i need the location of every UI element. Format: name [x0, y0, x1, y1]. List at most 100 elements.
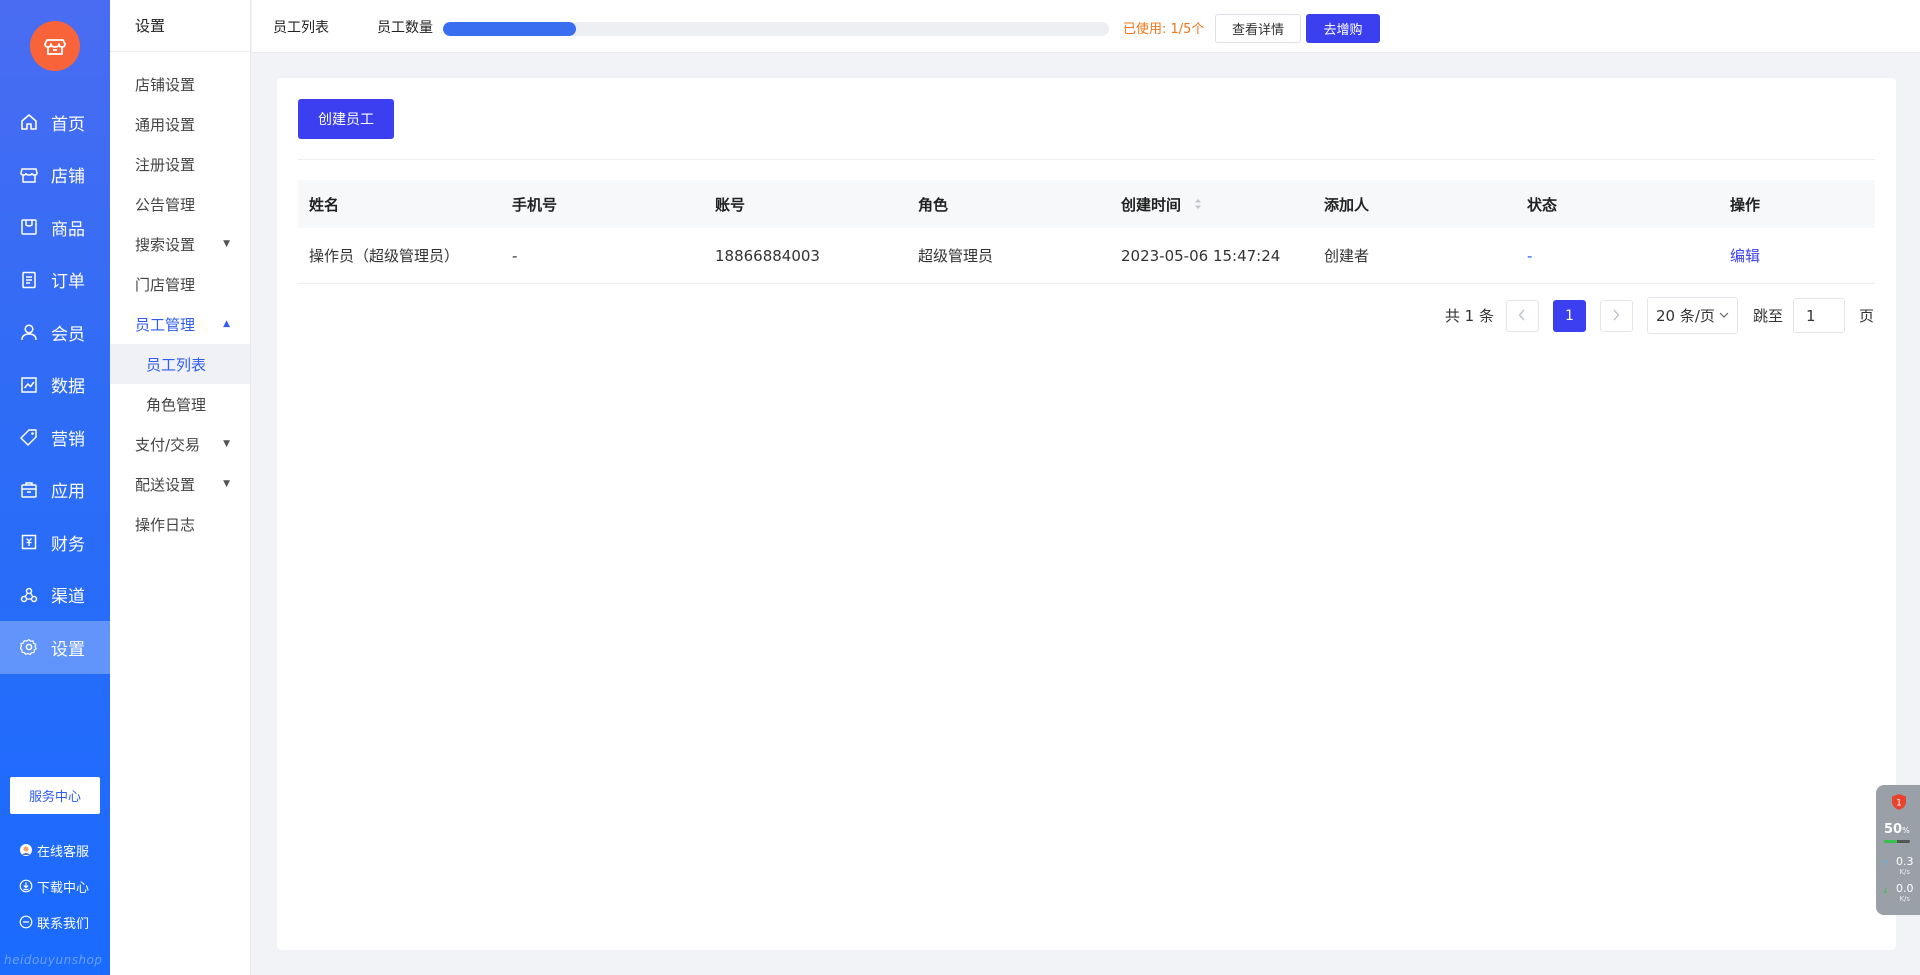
- column-header-label: 创建时间: [1121, 195, 1182, 214]
- menu-item-label: 注册设置: [135, 155, 196, 174]
- nav-item-channel[interactable]: 渠道: [0, 569, 110, 622]
- caret-up-icon: ▲: [223, 319, 230, 329]
- column-header: 账号: [715, 195, 746, 214]
- shield-badge-count: 1: [1896, 799, 1902, 809]
- download-speed-unit: K/s: [1899, 895, 1911, 903]
- pagination: 共 1 条 1 20 条/页 跳至 页: [1445, 297, 1874, 334]
- nav-item-label: 财务: [51, 534, 85, 555]
- nav-item-label: 营销: [51, 429, 85, 450]
- cell-created-time: 2023-05-06 15:47:24: [1121, 246, 1281, 265]
- cell-added-by: 创建者: [1324, 247, 1370, 265]
- nav-item-store[interactable]: 店铺: [0, 149, 110, 202]
- gear-icon: [19, 637, 39, 657]
- staff-quota-progress: [443, 22, 1109, 36]
- cpu-usage-bar-fill: [1884, 840, 1897, 843]
- menu-item-search-settings[interactable]: 搜索设置 ▼: [110, 224, 250, 264]
- cell-phone: -: [512, 246, 518, 265]
- service-center-button[interactable]: 服务中心: [10, 777, 100, 814]
- nav-item-settings[interactable]: 设置: [0, 621, 110, 674]
- nav-item-label: 设置: [51, 639, 85, 660]
- caret-down-icon: ▼: [223, 239, 230, 249]
- cpu-usage-bar: [1884, 840, 1910, 843]
- download-center-label: 下载中心: [37, 880, 90, 896]
- staff-quota-label: 员工数量: [377, 20, 433, 36]
- nav-item-label: 首页: [51, 114, 85, 135]
- menu-item-store-settings[interactable]: 店铺设置: [110, 64, 250, 104]
- table-header: 姓名 手机号 账号 角色 创建时间 添加人 状态 操作: [298, 180, 1875, 228]
- caret-down-icon: ▼: [223, 439, 230, 449]
- nav-item-label: 数据: [51, 377, 85, 398]
- tag-icon: [19, 427, 39, 447]
- nav-item-goods[interactable]: 商品: [0, 201, 110, 254]
- page-size-select[interactable]: 20 条/页: [1646, 297, 1738, 334]
- nav-item-apps[interactable]: 应用: [0, 464, 110, 517]
- chevron-right-icon: [1612, 307, 1620, 325]
- menu-item-staff-management[interactable]: 员工管理 ▲: [110, 304, 250, 344]
- sort-icon[interactable]: [1194, 196, 1202, 214]
- nav-item-data[interactable]: 数据: [0, 359, 110, 412]
- cell-name: 操作员（超级管理员）: [309, 247, 460, 265]
- nav-bottom-links: 在线客服 下载中心 联系我们: [18, 832, 89, 940]
- jump-page-input[interactable]: [1792, 298, 1845, 333]
- brand-watermark: heidouyunshop: [4, 953, 103, 967]
- nav-item-finance[interactable]: 财务: [0, 516, 110, 569]
- next-page-button[interactable]: [1599, 299, 1633, 332]
- nav-item-label: 订单: [51, 272, 85, 293]
- staff-table: 姓名 手机号 账号 角色 创建时间 添加人 状态 操作 操作员（超级管理员） -…: [298, 180, 1875, 284]
- menu-item-outlet-management[interactable]: 门店管理: [110, 264, 250, 304]
- table-row: 操作员（超级管理员） - 18866884003 超级管理员 2023-05-0…: [298, 228, 1875, 284]
- column-header: 姓名: [309, 195, 340, 214]
- chart-icon: [19, 375, 39, 395]
- cell-status: -: [1527, 246, 1533, 265]
- column-header: 手机号: [512, 195, 558, 214]
- menu-item-general-settings[interactable]: 通用设置: [110, 104, 250, 144]
- secondary-sidebar: 设置 店铺设置 通用设置 注册设置 公告管理 搜索设置 ▼ 门店管理 员工管理 …: [110, 0, 251, 975]
- menu-item-label: 员工管理: [135, 315, 196, 334]
- cpu-percent-unit: %: [1902, 826, 1910, 835]
- nav-item-marketing[interactable]: 营销: [0, 411, 110, 464]
- prev-page-button[interactable]: [1505, 299, 1539, 332]
- page-size-value: 20 条/页: [1656, 307, 1715, 325]
- page-number-current[interactable]: 1: [1552, 299, 1586, 332]
- menu-item-operation-log[interactable]: 操作日志: [110, 504, 250, 544]
- buy-more-button[interactable]: 去增购: [1306, 14, 1380, 43]
- menu-item-label: 支付/交易: [135, 435, 201, 454]
- edit-link[interactable]: 编辑: [1730, 247, 1760, 265]
- menu-item-register-settings[interactable]: 注册设置: [110, 144, 250, 184]
- upload-speed: 0.3 K/s: [1896, 856, 1914, 878]
- store-icon: [19, 165, 39, 185]
- create-staff-button[interactable]: 创建员工: [298, 99, 394, 139]
- menu-item-staff-list[interactable]: 员工列表: [110, 344, 250, 384]
- store-logo[interactable]: [30, 21, 80, 71]
- menu-item-payment-trade[interactable]: 支付/交易 ▼: [110, 424, 250, 464]
- customer-service-icon: [18, 842, 34, 858]
- menu-item-label: 搜索设置: [135, 235, 196, 254]
- nav-item-home[interactable]: 首页: [0, 96, 110, 149]
- nav-item-label: 应用: [51, 482, 85, 503]
- divider: [298, 159, 1875, 160]
- home-icon: [19, 112, 39, 132]
- nav-item-member[interactable]: 会员: [0, 306, 110, 359]
- column-header-sortable[interactable]: 创建时间: [1110, 194, 1313, 215]
- pagination-total: 共 1 条: [1444, 307, 1494, 325]
- contact-us-link[interactable]: 联系我们: [18, 904, 89, 940]
- menu-item-label: 操作日志: [135, 515, 196, 534]
- staff-quota-used: 已使用: 1/5个: [1123, 22, 1205, 37]
- upload-speed-unit: K/s: [1899, 868, 1911, 876]
- download-center-link[interactable]: 下载中心: [18, 868, 89, 904]
- download-arrow-icon: ↓: [1882, 886, 1889, 895]
- primary-sidebar: 首页 店铺 商品 订单 会员 数据 营销 应用 财务 渠道 设置 服务中心 在线…: [0, 0, 110, 975]
- column-header: 添加人: [1324, 195, 1370, 214]
- menu-item-delivery-settings[interactable]: 配送设置 ▼: [110, 464, 250, 504]
- shield-icon: 1: [1891, 793, 1907, 815]
- online-service-link[interactable]: 在线客服: [18, 832, 89, 868]
- cpu-percent: 50%: [1884, 822, 1910, 837]
- jump-label: 跳至: [1752, 307, 1783, 325]
- view-details-button[interactable]: 查看详情: [1215, 14, 1301, 43]
- menu-item-notice-management[interactable]: 公告管理: [110, 184, 250, 224]
- menu-item-label: 门店管理: [135, 275, 196, 294]
- menu-item-role-management[interactable]: 角色管理: [110, 384, 250, 424]
- column-header: 状态: [1527, 195, 1558, 214]
- nav-item-order[interactable]: 订单: [0, 254, 110, 307]
- system-monitor-widget[interactable]: 1 50% ↑ 0.3 K/s ↓ 0.0 K/s: [1876, 785, 1920, 915]
